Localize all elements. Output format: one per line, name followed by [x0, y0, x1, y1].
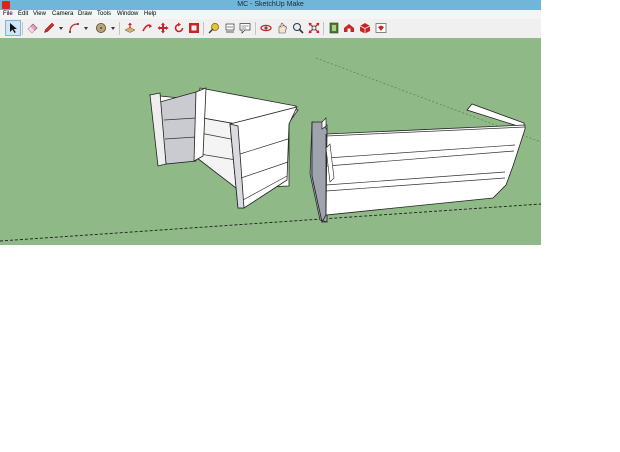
dimension-icon: [225, 23, 235, 33]
menu-window[interactable]: Window: [116, 10, 139, 19]
tape-measure-tool-button[interactable]: [207, 21, 221, 35]
move-icon: [157, 22, 169, 34]
window-title: MC - SketchUp Make: [237, 1, 304, 8]
right-planter-box[interactable]: [309, 103, 526, 224]
orbit-icon: [260, 24, 272, 32]
menu-file[interactable]: File: [2, 10, 14, 19]
zoom-extents-tool-button[interactable]: [307, 21, 321, 35]
offset-icon: [189, 23, 199, 33]
select-arrow-icon: [10, 23, 17, 33]
3d-viewport[interactable]: [0, 38, 541, 245]
ruby-console-icon: [375, 23, 387, 33]
toolbar-separator: [119, 22, 120, 35]
select-tool-button[interactable]: [5, 20, 21, 36]
arc-tool-button[interactable]: [67, 21, 81, 35]
extension-icon: [359, 23, 371, 34]
follow-me-tool-button[interactable]: [140, 21, 154, 35]
dimension-tool-button[interactable]: [223, 21, 237, 35]
warehouse-icon: [344, 24, 354, 32]
eraser-icon: [27, 23, 38, 34]
rotate-icon: [174, 22, 184, 33]
menu-edit[interactable]: Edit: [17, 10, 29, 19]
text-tool-button[interactable]: [238, 21, 252, 35]
circle-icon: [96, 23, 106, 33]
arc-dropdown-icon[interactable]: [84, 27, 88, 30]
pencil-icon: [44, 22, 55, 33]
red-axis-line: [0, 203, 541, 242]
arc-icon: [69, 23, 79, 33]
pencil-dropdown-icon[interactable]: [59, 27, 63, 30]
zoom-extents-icon: [308, 22, 320, 34]
circle-dropdown-icon[interactable]: [111, 27, 115, 30]
toolbar-separator: [22, 22, 23, 35]
offset-tool-button[interactable]: [187, 21, 201, 35]
zoom-icon: [293, 23, 304, 34]
menu-view[interactable]: View: [32, 10, 47, 19]
menu-help[interactable]: Help: [143, 10, 157, 19]
pencil-tool-button[interactable]: [42, 21, 56, 35]
text-icon: [239, 23, 251, 34]
components-tool-button[interactable]: [327, 21, 341, 35]
components-icon: [329, 22, 339, 34]
pan-tool-button[interactable]: [275, 21, 289, 35]
menu-draw[interactable]: Draw: [77, 10, 93, 19]
title-bar[interactable]: MC - SketchUp Make: [0, 0, 541, 10]
orbit-tool-button[interactable]: [259, 21, 273, 35]
tape-measure-icon: [208, 23, 219, 34]
push-pull-tool-button[interactable]: [123, 21, 137, 35]
left-planter-box[interactable]: [148, 87, 299, 209]
model-canvas[interactable]: [0, 38, 541, 245]
eraser-tool-button[interactable]: [25, 21, 39, 35]
warehouse-tool-button[interactable]: [342, 21, 356, 35]
rotate-tool-button[interactable]: [172, 21, 186, 35]
follow-me-icon: [142, 24, 152, 32]
front-long-panel: [325, 124, 526, 216]
toolbar-separator: [323, 22, 324, 35]
menu-tools[interactable]: Tools: [96, 10, 112, 19]
move-tool-button[interactable]: [156, 21, 170, 35]
sketchup-window: MC - SketchUp Make File Edit View Camera…: [0, 0, 541, 245]
extension-tool-button[interactable]: [358, 21, 372, 35]
toolbar: [0, 19, 541, 39]
zoom-tool-button[interactable]: [291, 21, 305, 35]
menu-bar: File Edit View Camera Draw Tools Window …: [0, 10, 541, 19]
toolbar-separator: [255, 22, 256, 35]
push-pull-icon: [124, 22, 136, 33]
ruby-console-tool-button[interactable]: [374, 21, 388, 35]
menu-camera[interactable]: Camera: [51, 10, 74, 19]
pan-icon: [278, 22, 287, 34]
circle-tool-button[interactable]: [94, 21, 108, 35]
right-back-post: [466, 103, 525, 129]
toolbar-separator: [203, 22, 204, 35]
